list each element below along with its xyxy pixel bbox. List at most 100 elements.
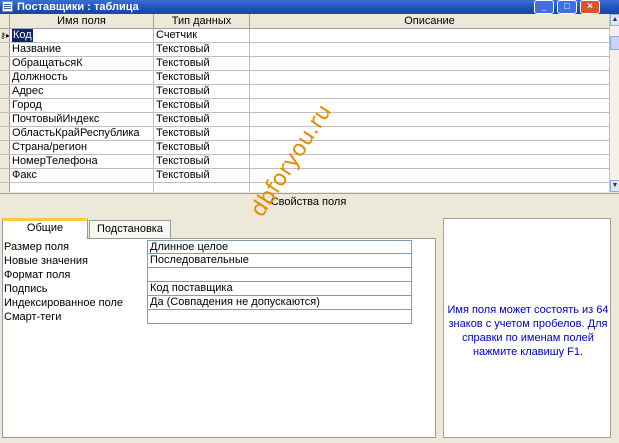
property-value-field[interactable]: Код поставщика [147,282,412,296]
property-value-field[interactable] [147,268,412,282]
field-name-cell[interactable]: Факс [10,169,154,182]
data-type-cell[interactable]: Счетчик [154,29,250,42]
data-type-cell[interactable]: Текстовый [154,141,250,154]
grid-header: Имя поля Тип данных Описание [0,14,609,29]
title-bar: Поставщики : таблица _ □ × [0,0,619,14]
property-value-field[interactable]: Длинное целое [147,240,412,254]
row-selector[interactable] [0,113,10,126]
data-type-cell[interactable]: Текстовый [154,169,250,182]
property-label: Смарт-теги [4,311,62,323]
row-selector-header[interactable] [0,14,10,29]
property-label: Размер поля [4,241,70,253]
row-selector[interactable] [0,155,10,168]
row-selector[interactable] [0,71,10,84]
data-type-cell[interactable]: Текстовый [154,155,250,168]
field-name-text: НомерТелефона [12,155,98,167]
table-row[interactable]: Название Текстовый [0,43,609,57]
column-header-field-name[interactable]: Имя поля [10,14,154,29]
property-label: Индексированное поле [4,297,123,309]
field-name-text: Должность [12,71,68,83]
field-name-cell[interactable]: Страна/регион [10,141,154,154]
data-type-cell[interactable]: Текстовый [154,57,250,70]
data-type-cell[interactable]: Текстовый [154,71,250,84]
field-name-text: Код [12,29,33,42]
maximize-button[interactable]: □ [557,0,577,14]
field-name-cell[interactable]: Город [10,99,154,112]
field-name-cell[interactable]: НомерТелефона [10,155,154,168]
row-selector[interactable] [0,99,10,112]
minimize-button[interactable]: _ [534,0,554,14]
scroll-thumb[interactable] [610,36,619,50]
close-button[interactable]: × [580,0,600,14]
help-pane: Имя поля может состоять из 64 знаков с у… [443,218,611,438]
field-properties-label: Свойства поля [0,193,619,209]
window-title: Поставщики : таблица [17,1,139,13]
description-cell[interactable] [250,169,609,182]
field-name-cell[interactable]: ОбластьКрайРеспублика [10,127,154,140]
tab-general[interactable]: Общие [2,218,88,239]
row-selector[interactable] [0,85,10,98]
field-name-text: ОбращатьсяК [12,57,83,69]
field-name-text: Название [12,43,62,55]
row-selector[interactable] [0,57,10,70]
property-label: Новые значения [4,255,89,267]
data-type-cell[interactable]: Текстовый [154,127,250,140]
field-name-cell[interactable] [10,183,154,192]
scroll-down-icon[interactable]: ▼ [610,180,619,192]
field-name-text: ПочтовыйИндекс [12,113,100,125]
field-name-text: ОбластьКрайРеспублика [12,127,140,139]
property-row: Индексированное поле Да (Совпадения не до… [4,296,412,310]
table-row[interactable]: Адрес Текстовый [0,85,609,99]
data-type-cell[interactable]: Текстовый [154,85,250,98]
table-row[interactable]: ⚷▸ Код Счетчик [0,29,609,43]
row-selector[interactable] [0,141,10,154]
field-name-cell[interactable]: Название [10,43,154,56]
property-label: Подпись [4,283,48,295]
column-header-description[interactable]: Описание [250,14,609,29]
row-selector[interactable] [0,183,10,192]
data-type-cell[interactable]: Текстовый [154,99,250,112]
table-row[interactable] [0,183,609,192]
property-row: Новые значения Последовательные [4,254,412,268]
data-type-cell[interactable]: Текстовый [154,113,250,126]
description-cell[interactable] [250,183,609,192]
property-value-field[interactable]: Да (Совпадения не допускаются) [147,296,412,310]
field-name-text: Страна/регион [12,141,88,153]
property-list: Размер поля Длинное целое Новые значения По… [4,240,412,324]
grid-rows: ⚷▸ Код Счетчик Название Текстовый ОбращатьсяК… [0,29,609,192]
description-cell[interactable] [250,43,609,56]
table-row[interactable]: Факс Текстовый [0,169,609,183]
table-row[interactable]: Город Текстовый [0,99,609,113]
tab-lookup[interactable]: Подстановка [89,220,171,238]
property-row: Смарт-теги [4,310,412,324]
field-name-cell[interactable]: Код [10,29,154,42]
scroll-up-icon[interactable]: ▲ [610,14,619,26]
row-selector[interactable]: ⚷▸ [0,29,10,42]
description-cell[interactable] [250,85,609,98]
description-cell[interactable] [250,99,609,112]
primary-key-icon: ⚷▸ [0,31,10,40]
field-name-cell[interactable]: ОбращатьсяК [10,57,154,70]
table-row[interactable]: ОбращатьсяК Текстовый [0,57,609,71]
help-text: Имя поля может состоять из 64 знаков с у… [447,304,609,358]
field-name-text: Адрес [12,85,44,97]
description-cell[interactable] [250,71,609,84]
properties-tabs: Общие Подстановка [0,218,440,239]
field-name-cell[interactable]: Адрес [10,85,154,98]
data-type-cell[interactable]: Текстовый [154,43,250,56]
grid-scrollbar[interactable]: ▲ ▼ [609,14,619,192]
description-cell[interactable] [250,29,609,42]
column-header-data-type[interactable]: Тип данных [154,14,250,29]
property-value-field[interactable] [147,310,412,324]
data-type-cell[interactable] [154,183,250,192]
row-selector[interactable] [0,169,10,182]
row-selector[interactable] [0,127,10,140]
table-row[interactable]: Должность Текстовый [0,71,609,85]
description-cell[interactable] [250,57,609,70]
row-selector[interactable] [0,43,10,56]
field-name-cell[interactable]: ПочтовыйИндекс [10,113,154,126]
field-name-cell[interactable]: Должность [10,71,154,84]
property-row: Формат поля [4,268,412,282]
property-value-field[interactable]: Последовательные [147,254,412,268]
property-label: Формат поля [4,269,71,281]
